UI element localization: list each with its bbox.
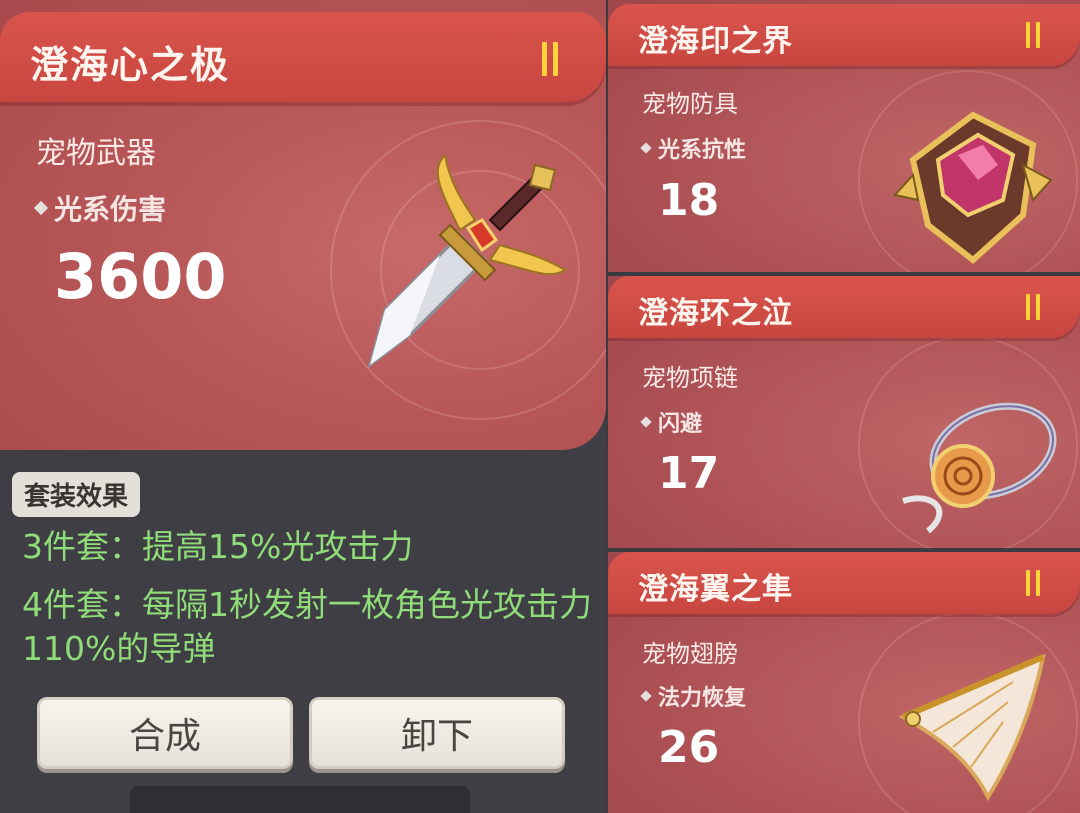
pause-icon[interactable] bbox=[1026, 294, 1040, 320]
diamond-bullet-icon bbox=[640, 416, 652, 428]
main-item-stat: 光系伤害 bbox=[33, 188, 167, 228]
main-item-type: 宠物武器 bbox=[36, 136, 156, 171]
side-item-card-wing[interactable]: 澄海翼之隼 宠物翅膀 法力恢复 26 bbox=[608, 552, 1080, 813]
side-item-title: 澄海翼之隼 bbox=[638, 572, 793, 607]
side-item-card-armor[interactable]: 澄海印之界 宠物防具 光系抗性 18 bbox=[608, 0, 1080, 272]
merge-button[interactable]: 合成 bbox=[37, 697, 293, 769]
side-item-stat-label: 光系抗性 bbox=[658, 138, 747, 163]
shield-icon bbox=[893, 111, 1053, 264]
side-item-header: 澄海印之界 bbox=[608, 4, 1080, 66]
side-item-stat: 闪避 bbox=[640, 406, 703, 438]
necklace-icon bbox=[902, 402, 1057, 534]
upgrade-button-edge[interactable] bbox=[130, 786, 470, 813]
side-item-stat-value: 18 bbox=[658, 175, 720, 226]
side-item-header: 澄海翼之隼 bbox=[608, 552, 1080, 614]
side-item-title: 澄海印之界 bbox=[638, 24, 793, 59]
main-item-card: 澄海心之极 宠物武器 光系伤害 3600 套装效果 3件套：提高15%光攻击力 … bbox=[0, 0, 606, 813]
equipment-screen: 澄海心之极 宠物武器 光系伤害 3600 套装效果 3件套：提高15%光攻击力 … bbox=[0, 0, 1080, 813]
main-item-title: 澄海心之极 bbox=[30, 43, 231, 87]
pause-icon[interactable] bbox=[542, 42, 558, 76]
set-effect-3piece: 3件套：提高15%光攻击力 bbox=[22, 527, 414, 566]
side-item-stat-label: 闪避 bbox=[658, 412, 703, 437]
unequip-button[interactable]: 卸下 bbox=[309, 697, 565, 769]
diamond-bullet-icon bbox=[33, 200, 49, 216]
side-item-type: 宠物防具 bbox=[642, 90, 738, 118]
set-effect-badge: 套装效果 bbox=[12, 472, 141, 517]
side-item-type: 宠物项链 bbox=[642, 364, 738, 392]
pause-icon[interactable] bbox=[1026, 22, 1040, 48]
side-item-stat: 法力恢复 bbox=[640, 680, 747, 712]
side-item-stat: 光系抗性 bbox=[640, 132, 747, 164]
main-item-header: 澄海心之极 bbox=[0, 12, 606, 102]
wing-icon bbox=[898, 653, 1046, 802]
diamond-bullet-icon bbox=[640, 142, 652, 154]
side-item-stat-value: 17 bbox=[658, 448, 720, 499]
diamond-bullet-icon bbox=[640, 690, 652, 702]
sword-icon bbox=[367, 152, 567, 369]
main-item-stat-value: 3600 bbox=[54, 240, 227, 313]
side-item-type: 宠物翅膀 bbox=[642, 640, 738, 668]
pause-icon[interactable] bbox=[1026, 570, 1040, 596]
side-item-header: 澄海环之泣 bbox=[608, 276, 1080, 338]
main-item-stat-label: 光系伤害 bbox=[54, 193, 167, 226]
side-item-stat-value: 26 bbox=[658, 722, 720, 773]
side-item-stat-label: 法力恢复 bbox=[658, 686, 747, 711]
set-effect-4piece: 4件套：每隔1秒发射一枚角色光攻击力110%的导弹 bbox=[22, 585, 592, 668]
side-item-card-necklace[interactable]: 澄海环之泣 宠物项链 闪避 17 bbox=[608, 276, 1080, 548]
side-item-title: 澄海环之泣 bbox=[638, 296, 793, 331]
